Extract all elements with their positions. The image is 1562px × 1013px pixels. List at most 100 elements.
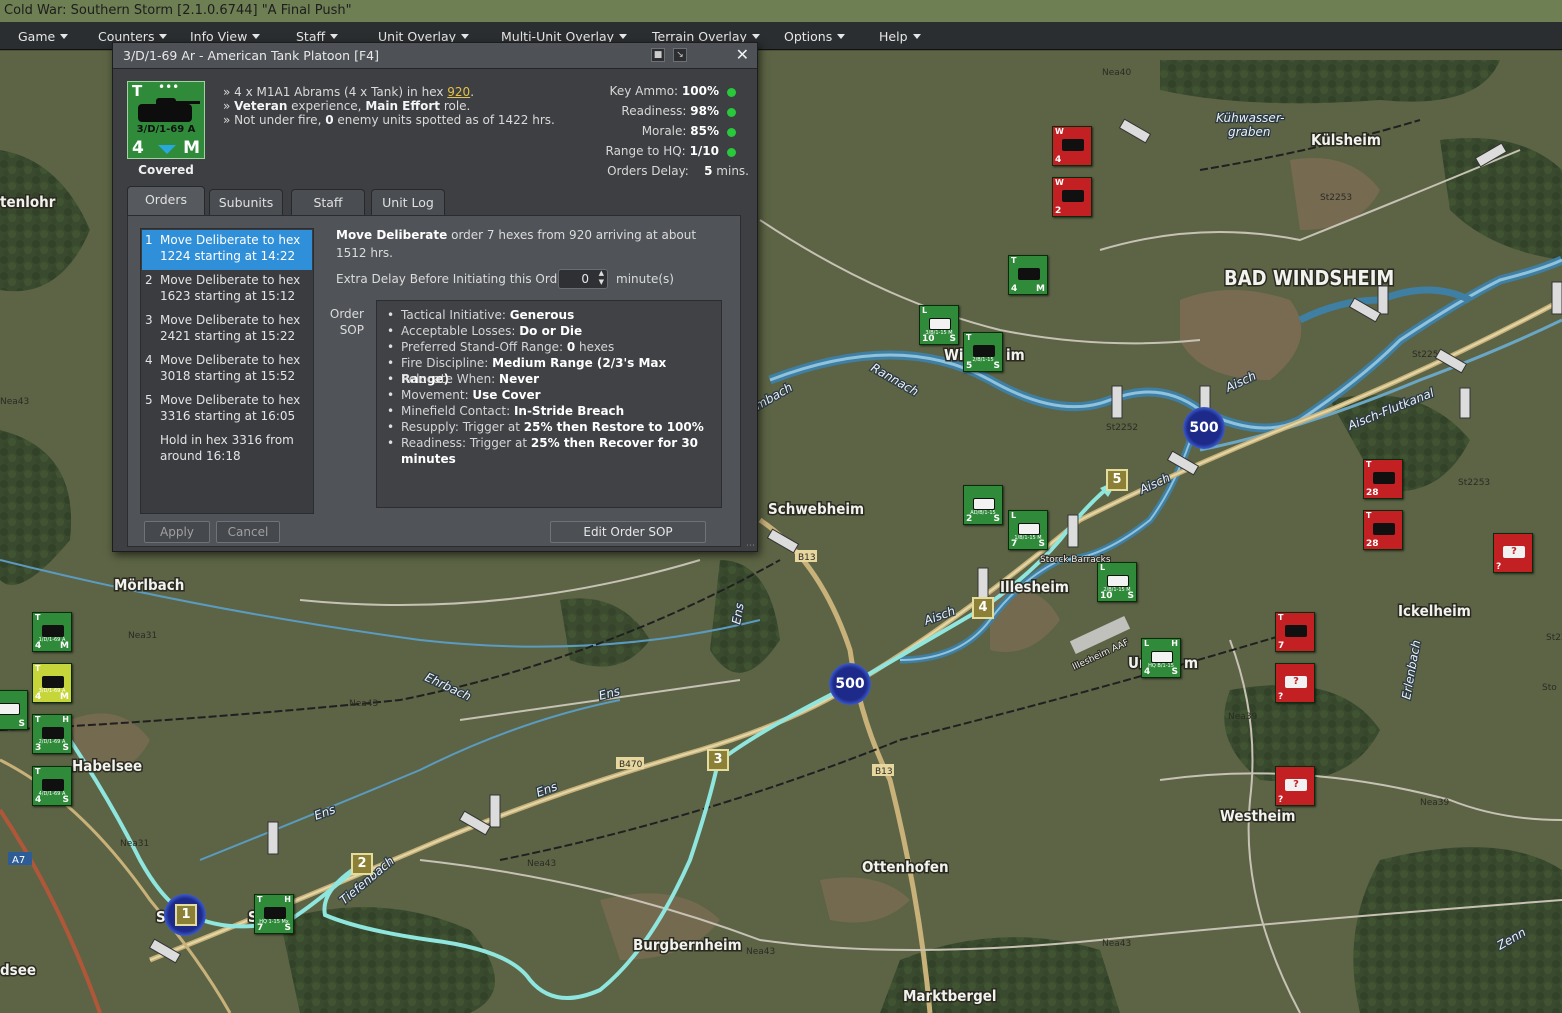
chevron-down-icon xyxy=(159,34,168,39)
edit-order-sop-button[interactable]: Edit Order SOP xyxy=(550,521,706,543)
road-label: St225 xyxy=(1412,350,1438,360)
menu-game[interactable]: Game xyxy=(18,22,69,50)
town-label: Ottenhofen xyxy=(862,858,949,876)
pin-icon[interactable]: ↘ xyxy=(673,48,687,62)
waypoint-marker[interactable]: 2 xyxy=(351,853,373,875)
chevron-down-icon xyxy=(751,34,760,39)
us-unit-counter[interactable]: S xyxy=(0,690,28,730)
tab-unit-log[interactable]: Unit Log xyxy=(371,189,445,215)
stepper-arrows-icon[interactable]: ▲ ▼ xyxy=(599,269,604,287)
counter-strength: ? xyxy=(1496,562,1502,572)
artillery-marker[interactable]: 500 xyxy=(829,663,871,705)
stat-unit: mins. xyxy=(716,164,749,178)
tank-icon xyxy=(42,779,64,791)
delay-stepper[interactable]: 0 ▲ ▼ xyxy=(558,269,608,289)
stat-key-ammo: Key Ammo: 100% xyxy=(553,84,719,98)
counter-strength: 4 xyxy=(1011,284,1018,294)
enemy-unit-counter[interactable]: W 4 xyxy=(1052,126,1092,166)
town-label: m xyxy=(1184,654,1198,672)
sop-value: Generous xyxy=(509,308,575,322)
order-summary: Move Deliberate order 7 hexes from 920 a… xyxy=(336,226,726,262)
sop-list: Tactical Initiative: Generous Acceptable… xyxy=(376,300,722,508)
enemy-unit-counter[interactable]: ? ? xyxy=(1493,533,1533,573)
enemy-unit-counter[interactable]: T 28 xyxy=(1363,510,1403,550)
status-dot-icon xyxy=(727,108,736,117)
us-unit-counter[interactable]: L H HQ B/1-15 4 S xyxy=(1141,638,1181,678)
orders-panel: 1 Move Deliberate to hex 1224 starting at… xyxy=(127,215,741,547)
waypoint-marker[interactable]: 1 xyxy=(175,904,197,926)
sop-label: Order SOP xyxy=(329,307,364,337)
tank-icon xyxy=(1062,190,1084,202)
town-label: Burgbernheim xyxy=(633,936,742,954)
sop-item: Resupply: Trigger at 25% then Restore to… xyxy=(387,419,717,435)
order-item[interactable]: 1 Move Deliberate to hex 1224 starting at… xyxy=(142,230,312,270)
resize-grip-icon[interactable]: ⋯ xyxy=(746,541,755,551)
chevron-down-icon xyxy=(619,34,628,39)
hex-link[interactable]: 920 xyxy=(447,85,470,99)
waypoint-marker[interactable]: 3 xyxy=(707,749,729,771)
counter-strength: 3 xyxy=(35,743,42,753)
order-item[interactable]: 2 Move Deliberate to hex 1623 starting at… xyxy=(142,270,312,310)
menu-help[interactable]: Help xyxy=(879,22,921,50)
stat-range-to-hq: Range to HQ: 1/10 xyxy=(553,144,720,158)
us-unit-counter[interactable]: T 4 M xyxy=(1008,255,1048,295)
counter-status: S xyxy=(62,795,69,805)
tab-orders[interactable]: Orders xyxy=(127,186,205,216)
sop-item: Acceptable Losses: Do or Die xyxy=(387,323,717,339)
artillery-marker[interactable]: 500 xyxy=(1183,407,1225,449)
waypoint-marker[interactable]: 4 xyxy=(972,597,994,619)
stat-label: Readiness: xyxy=(621,104,687,118)
counter-type: W xyxy=(1055,127,1064,136)
order-item[interactable]: 3 Move Deliberate to hex 2421 starting at… xyxy=(142,310,312,350)
enemy-unit-counter[interactable]: ? ? xyxy=(1275,663,1315,703)
sop-value: 0 xyxy=(566,340,576,354)
counter-type: L xyxy=(1011,511,1017,520)
order-item[interactable]: 5 Move Deliberate to hex 3316 starting at… xyxy=(142,390,312,430)
us-unit-counter-selected[interactable]: T 3/D/1-69 A 4 M xyxy=(32,663,72,703)
town-label: BAD WINDSHEIM xyxy=(1224,266,1394,290)
counter-strength: 7 xyxy=(1278,641,1285,651)
order-item[interactable]: Hold in hex 3316 from around 16:18 xyxy=(142,430,312,470)
enemy-unit-counter[interactable]: T 28 xyxy=(1363,459,1403,499)
cancel-button[interactable]: Cancel xyxy=(216,521,280,543)
us-unit-counter[interactable]: T H HQ 1-15 Mx 7 S xyxy=(254,894,294,934)
tank-icon xyxy=(264,907,286,919)
enemy-unit-counter[interactable]: T 7 xyxy=(1275,612,1315,652)
us-unit-counter[interactable]: L 1/B/1-15 M 7 S xyxy=(1008,510,1048,550)
info-text: role. xyxy=(440,99,471,113)
sop-key: Minefield Contact: xyxy=(401,404,514,418)
counter-strength: 4 xyxy=(35,795,42,805)
us-unit-counter[interactable]: T H 2/D/1-69 A 3 S xyxy=(32,714,72,754)
us-unit-counter[interactable]: T 4/D/1-69 A 4 S xyxy=(32,766,72,806)
counter-status: S xyxy=(949,334,956,344)
info-line-3: » Not under fire, 0 enemy units spotted … xyxy=(223,113,555,127)
sop-key: Relocate When: xyxy=(401,372,500,386)
us-unit-counter[interactable]: AD/B/1-15 2 S xyxy=(963,485,1003,525)
unknown-unit-icon: ? xyxy=(1285,779,1307,791)
stat-value: 85% xyxy=(690,124,719,138)
tank-icon xyxy=(1373,523,1395,535)
enemy-unit-counter[interactable]: W 2 xyxy=(1052,177,1092,217)
road-label: Nea31 xyxy=(120,839,149,849)
counter-type: L xyxy=(922,306,928,315)
lock-icon[interactable]: ■ xyxy=(651,48,665,62)
chevron-down-icon xyxy=(837,34,846,39)
stat-value: 98% xyxy=(690,104,719,118)
order-number: 4 xyxy=(145,353,153,367)
counter-strength: 4 xyxy=(1055,155,1062,165)
close-icon[interactable]: ✕ xyxy=(736,45,749,64)
enemy-unit-counter[interactable]: ? ? xyxy=(1275,766,1315,806)
apply-button[interactable]: Apply xyxy=(144,521,210,543)
order-number: 5 xyxy=(145,393,153,407)
menu-options[interactable]: Options xyxy=(784,22,846,50)
us-unit-counter[interactable]: T 1/D/1-69 A 4 M xyxy=(32,612,72,652)
order-item[interactable]: 4 Move Deliberate to hex 3018 starting at… xyxy=(142,350,312,390)
us-unit-counter[interactable]: T 2/B/1-15 5 S xyxy=(963,332,1003,372)
waypoint-marker[interactable]: 5 xyxy=(1106,469,1128,491)
road-label: St2252 xyxy=(1106,423,1138,433)
tab-subunits[interactable]: Subunits xyxy=(209,189,283,215)
us-unit-counter[interactable]: L 3/B/1-15 M 10 S xyxy=(919,305,959,345)
tab-staff[interactable]: Staff xyxy=(291,189,365,215)
us-unit-counter[interactable]: L 2/B/1-15 M 10 S xyxy=(1097,562,1137,602)
sop-item: Minefield Contact: In-Stride Breach xyxy=(387,403,717,419)
